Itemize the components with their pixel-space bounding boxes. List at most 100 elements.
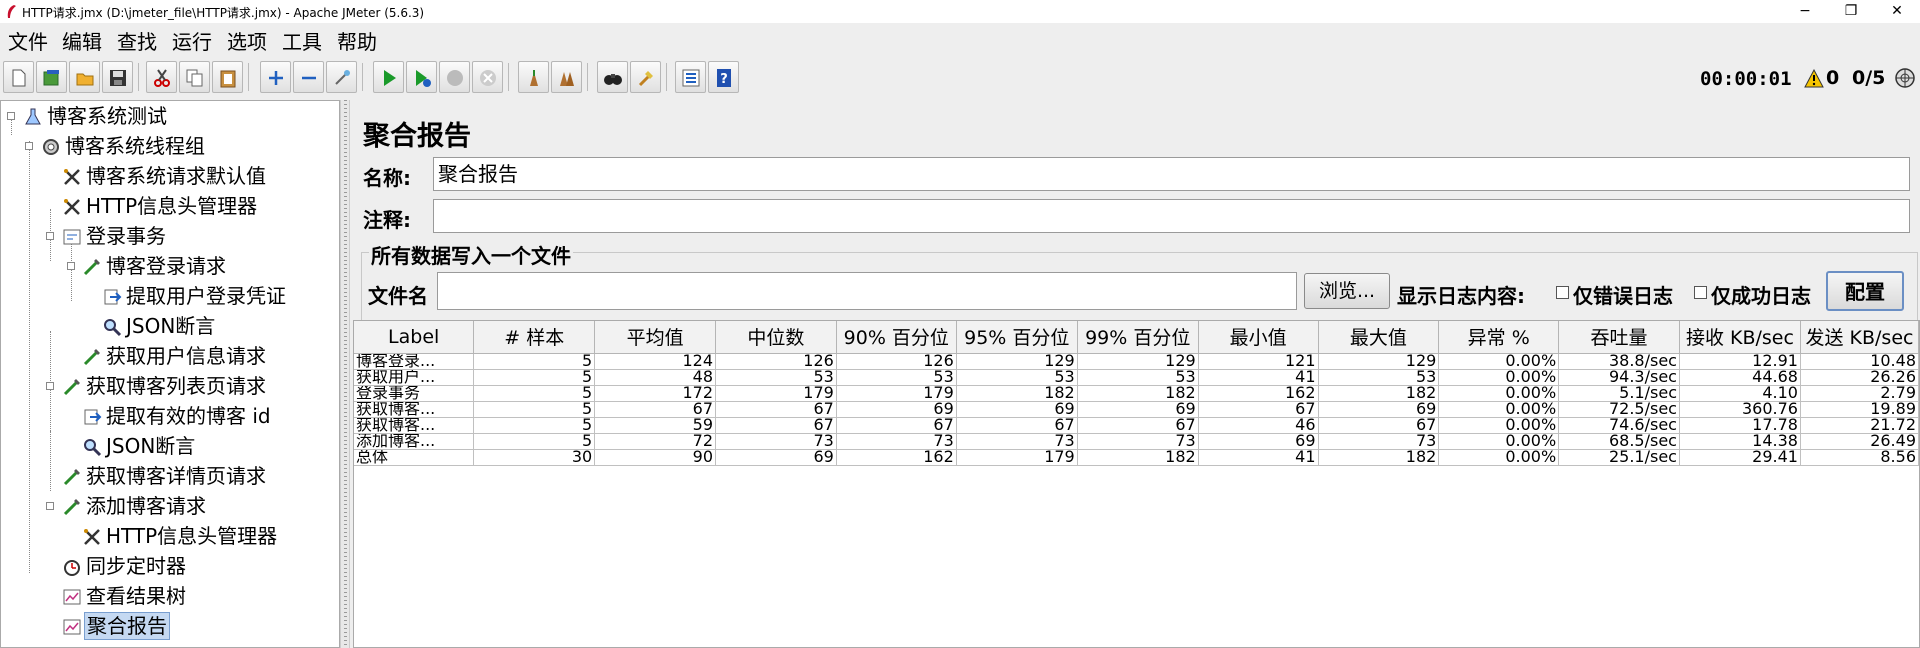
table-cell: 162 [836,449,957,466]
toggle-button[interactable] [326,61,357,93]
browse-button[interactable]: 浏览... [1304,273,1390,309]
start-no-pauses-button[interactable] [406,61,437,93]
table-row[interactable]: 登录事务 5 172 179 179 182 182 162 182 0.00% 5.1/sec 4.… [354,385,1919,402]
window-title: HTTP请求.jmx (D:\jmeter_file\HTTP请求.jmx) -… [22,6,425,20]
column-header[interactable]: 最大值 [1318,321,1440,354]
name-field[interactable]: 聚合报告 [433,157,1910,191]
tree-item-label: HTTP信息头管理器 [106,524,278,548]
column-header[interactable]: 异常 % [1438,321,1560,354]
column-header[interactable]: 95% 百分位 [956,321,1078,354]
table-row[interactable]: 总体 30 90 69 162 179 182 41 182 0.00% 25.1/sec 29.41… [354,449,1919,466]
table-cell: 94.3/sec [1558,369,1680,386]
comment-label: 注释: [363,208,411,232]
table-cell: 5 [473,385,596,402]
templates-button[interactable] [36,61,67,93]
tree-toggle[interactable] [7,112,15,120]
table-cell: 0.00% [1438,433,1560,450]
column-header[interactable]: 中位数 [715,321,837,354]
stop-button[interactable] [439,61,470,93]
success-only-checkbox[interactable] [1694,286,1707,299]
table-cell: 26.26 [1800,369,1919,386]
column-header[interactable]: 发送 KB/sec [1800,321,1919,354]
help-button[interactable]: ? [708,61,739,93]
column-header[interactable]: 90% 百分位 [836,321,957,354]
table-cell: 67 [1077,417,1199,434]
table-cell: 126 [836,353,957,370]
sampler-icon [83,259,100,276]
table-row[interactable]: 获取博客... 5 59 67 67 67 67 46 67 0.00% 74.6/sec 17.78… [354,417,1919,434]
close-button[interactable]: ✕ [1874,0,1920,23]
table-cell: 26.49 [1800,433,1919,450]
table-cell: 14.38 [1679,433,1801,450]
start-button[interactable] [373,61,404,93]
configure-button[interactable]: 配置 [1826,271,1904,311]
shutdown-button[interactable] [472,61,503,93]
tree-item-label: 博客系统测试 [47,104,167,128]
column-header[interactable]: 最小值 [1198,321,1319,354]
column-header[interactable]: 平均值 [594,321,716,354]
errors-only-checkbox[interactable] [1556,286,1569,299]
minimize-button[interactable]: − [1782,0,1828,23]
tree-toggle[interactable] [67,262,75,270]
clear-button[interactable] [518,61,549,93]
table-cell: 30 [473,449,596,466]
clear-all-icon [560,72,574,86]
open-button[interactable] [69,61,100,93]
table-cell: 29.41 [1679,449,1801,466]
column-header[interactable]: # 样本 [473,321,596,354]
table-cell: 46 [1198,417,1319,434]
menu-help[interactable]: 帮助 [337,26,377,55]
table-cell: 0.00% [1438,417,1560,434]
tree-toggle[interactable] [46,232,54,240]
remote-engine-icon[interactable] [1894,67,1916,89]
table-row[interactable]: 获取用户... 5 48 53 53 53 53 41 53 0.00% 94.3/sec 44.68… [354,369,1919,386]
reset-search-button[interactable] [630,61,661,93]
collapse-all-button[interactable] [293,61,324,93]
expand-all-button[interactable] [260,61,291,93]
clear-all-button[interactable] [551,61,582,93]
table-cell: 179 [715,385,837,402]
svg-text:?: ? [720,72,728,87]
search-button[interactable] [597,61,628,93]
menu-tools[interactable]: 工具 [282,26,322,55]
menu-file[interactable]: 文件 [8,26,48,55]
split-pane-divider[interactable] [340,100,350,648]
menu-edit[interactable]: 编辑 [62,26,102,55]
maximize-button[interactable]: ❐ [1828,0,1874,23]
tree-toggle[interactable] [46,382,54,390]
comment-field[interactable] [433,199,1910,233]
table-cell: 172 [594,385,716,402]
table-row[interactable]: 博客登录... 5 124 126 126 129 129 121 129 0.00% 38.8/s… [354,353,1919,370]
elapsed-timer: 00:00:01 [1700,68,1792,90]
new-button[interactable] [3,61,34,93]
paste-button[interactable] [212,61,243,93]
tree-item-label: 博客登录请求 [106,254,226,278]
function-helper-button[interactable] [675,61,706,93]
tree-toggle[interactable] [25,142,33,150]
tree-toggle[interactable] [46,502,54,510]
collapse-icon [302,76,316,80]
menu-search[interactable]: 查找 [117,26,157,55]
table-cell: 67 [1318,417,1440,434]
table-cell: 67 [836,417,957,434]
save-button[interactable] [102,61,133,93]
table-cell: 121 [1198,353,1319,370]
extractor-icon [104,289,122,305]
column-header[interactable]: 接收 KB/sec [1679,321,1801,354]
warning-icon[interactable] [1804,69,1824,88]
table-cell: 182 [1318,385,1440,402]
copy-button[interactable] [179,61,210,93]
column-header[interactable]: 吞吐量 [1558,321,1680,354]
menu-options[interactable]: 选项 [227,26,267,55]
menu-run[interactable]: 运行 [172,26,212,55]
table-row[interactable]: 获取博客... 5 67 67 69 69 69 67 69 0.00% 72.5/sec 360.7… [354,401,1919,418]
table-row[interactable]: 添加博客... 5 72 73 73 73 73 69 73 0.00% 68.5/sec 14.38… [354,433,1919,450]
filename-field[interactable] [437,272,1297,310]
table-cell: 360.76 [1679,401,1801,418]
table-cell: 53 [1318,369,1440,386]
column-header[interactable]: Label [354,321,475,354]
column-header[interactable]: 99% 百分位 [1077,321,1199,354]
table-cell: 69 [836,401,957,418]
cut-button[interactable] [146,61,177,93]
table-cell: 179 [836,385,957,402]
